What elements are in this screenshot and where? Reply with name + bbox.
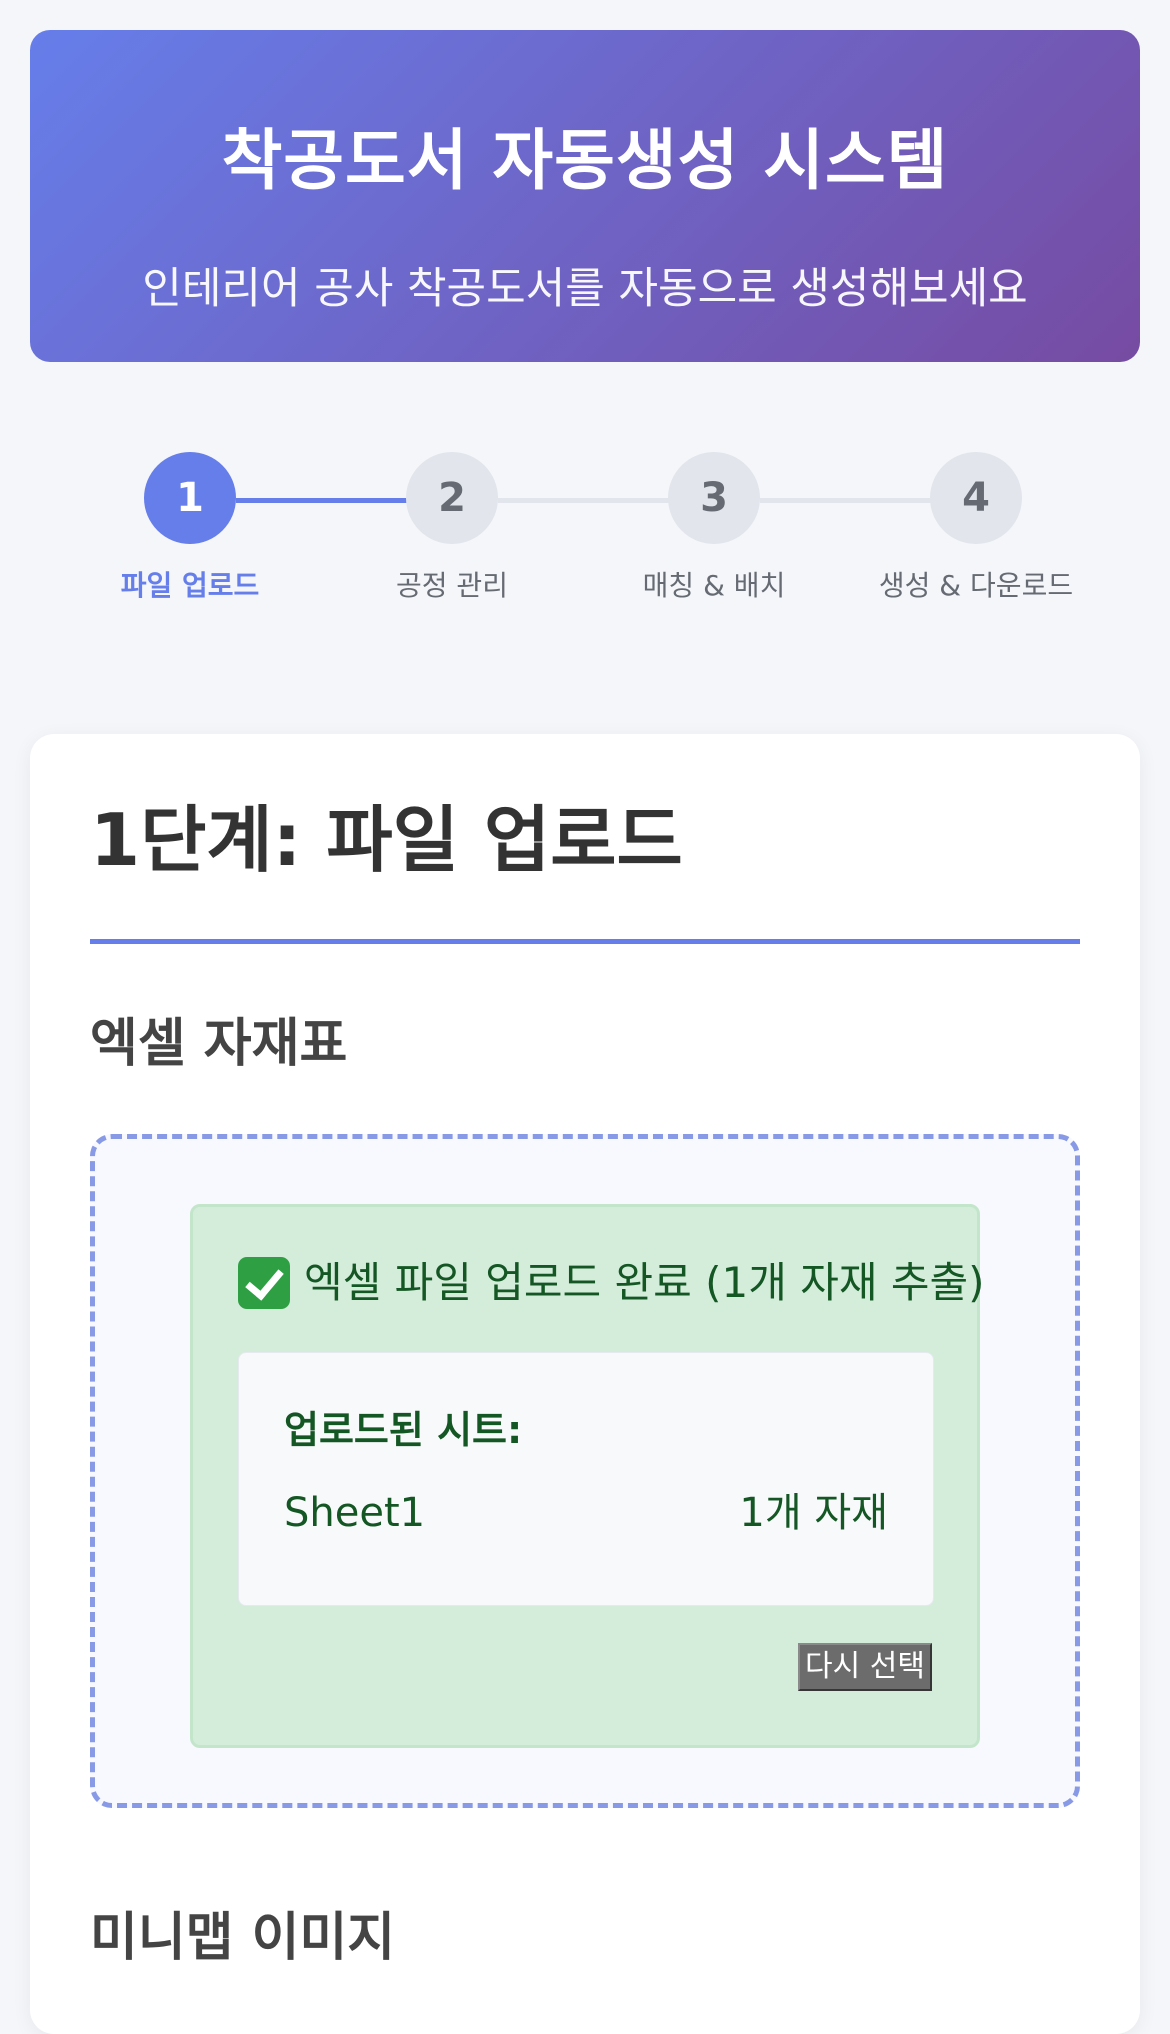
page-title: 1단계: 파일 업로드 bbox=[90, 798, 683, 882]
step-4-label: 생성 & 다운로드 bbox=[878, 569, 1074, 602]
excel-section-title: 엑셀 자재표 bbox=[90, 1014, 348, 1074]
upload-success-text: 엑셀 파일 업로드 완료 (1개 자재 추출) bbox=[304, 1258, 985, 1307]
step-3-label: 매칭 & 배치 bbox=[642, 569, 786, 602]
step-connector-3 bbox=[760, 498, 950, 503]
check-icon bbox=[238, 1257, 290, 1309]
app-subtitle: 인테리어 공사 착공도서를 자동으로 생성해보세요 bbox=[142, 264, 1028, 314]
sheet-list-heading: 업로드된 시트: bbox=[284, 1408, 523, 1452]
sheet-list: 업로드된 시트: Sheet1 1개 자재 bbox=[238, 1352, 934, 1606]
step-2-label: 공정 관리 bbox=[396, 569, 508, 602]
step-1-circle[interactable]: 1 bbox=[144, 452, 236, 544]
app-title: 착공도서 자동생성 시스템 bbox=[221, 122, 949, 199]
sheet-name: Sheet1 bbox=[284, 1490, 426, 1536]
step-progress: 1 2 3 4 파일 업로드 공정 관리 매칭 & 배치 생성 & 다운로드 bbox=[0, 450, 1170, 610]
sheet-item-count: 1개 자재 bbox=[739, 1490, 888, 1536]
step-1-label: 파일 업로드 bbox=[120, 569, 260, 602]
step-3-circle[interactable]: 3 bbox=[668, 452, 760, 544]
step-4-circle[interactable]: 4 bbox=[930, 452, 1022, 544]
excel-dropzone[interactable]: 엑셀 파일 업로드 완료 (1개 자재 추출) 업로드된 시트: Sheet1 … bbox=[90, 1134, 1080, 1808]
upload-success-message: 엑셀 파일 업로드 완료 (1개 자재 추출) bbox=[238, 1257, 985, 1309]
app-header: 착공도서 자동생성 시스템 인테리어 공사 착공도서를 자동으로 생성해보세요 bbox=[30, 30, 1140, 362]
upload-success-box: 엑셀 파일 업로드 완료 (1개 자재 추출) 업로드된 시트: Sheet1 … bbox=[190, 1204, 985, 1748]
minimap-section-title: 미니맵 이미지 bbox=[90, 1908, 396, 1968]
upload-card: 1단계: 파일 업로드 엑셀 자재표 엑셀 파일 업로드 완료 (1개 자재 추… bbox=[30, 734, 1140, 2034]
title-divider bbox=[90, 939, 1080, 944]
step-connector-1 bbox=[236, 498, 426, 503]
step-connector-2 bbox=[498, 498, 688, 503]
step-2-circle[interactable]: 2 bbox=[406, 452, 498, 544]
reselect-button[interactable]: 다시 선택 bbox=[798, 1643, 932, 1691]
